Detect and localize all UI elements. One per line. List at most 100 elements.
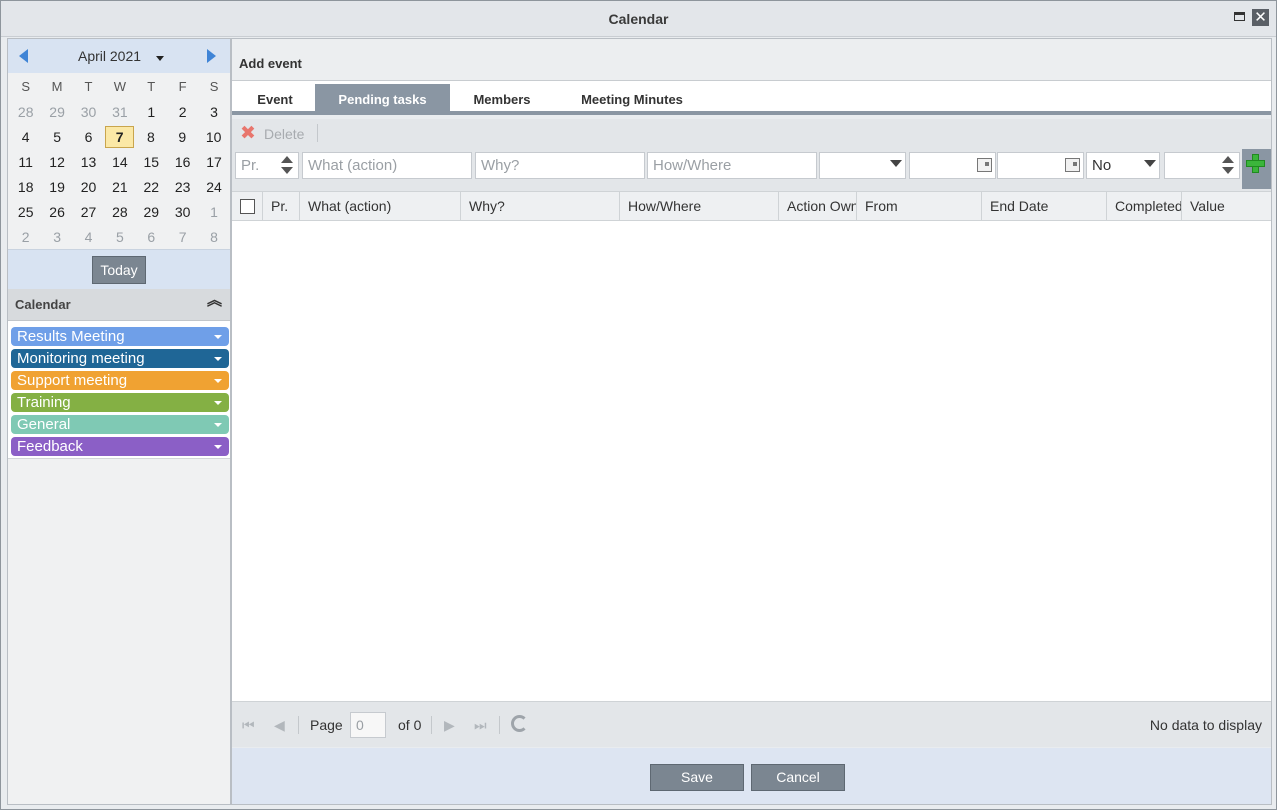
calendar-day[interactable]: 25	[10, 200, 41, 225]
calendar-day[interactable]: 23	[167, 175, 198, 200]
calendar-day[interactable]: 26	[41, 200, 72, 225]
chevron-down-icon[interactable]	[1144, 160, 1156, 167]
column-header-completed[interactable]: Completed	[1107, 192, 1182, 221]
chevron-down-icon[interactable]	[214, 335, 222, 339]
last-page-icon[interactable]: ⏭	[474, 718, 487, 732]
stepper-up-icon[interactable]	[281, 156, 293, 163]
column-header-value[interactable]: Value	[1182, 192, 1271, 221]
category-results-meeting[interactable]: Results Meeting	[11, 327, 229, 346]
delete-icon[interactable]: ✖	[240, 124, 258, 143]
tab-members[interactable]: Members	[457, 84, 547, 115]
chevron-down-icon[interactable]	[890, 160, 902, 167]
what-action-input[interactable]: What (action)	[302, 152, 472, 179]
calendar-day[interactable]: 18	[10, 175, 41, 200]
calendar-day[interactable]: 15	[136, 150, 167, 175]
today-button[interactable]: Today	[92, 256, 146, 284]
calendar-day[interactable]: 21	[104, 175, 135, 200]
calendar-day[interactable]: 6	[73, 125, 104, 150]
next-page-icon[interactable]: ▶	[444, 718, 455, 732]
why-input[interactable]: Why?	[475, 152, 645, 179]
tab-event[interactable]: Event	[238, 84, 312, 115]
page-number-input[interactable]: 0	[350, 712, 386, 738]
calendar-day[interactable]: 28	[104, 200, 135, 225]
stepper-up-icon[interactable]	[1222, 156, 1234, 163]
calendar-day[interactable]: 5	[104, 225, 135, 250]
calendar-day[interactable]: 31	[104, 100, 135, 125]
column-header-action-owner[interactable]: Action Owner	[779, 192, 857, 221]
next-month-icon[interactable]	[207, 49, 216, 63]
calendar-day[interactable]: 2	[10, 225, 41, 250]
priority-stepper[interactable]	[279, 154, 297, 177]
calendar-day[interactable]: 20	[73, 175, 104, 200]
category-training[interactable]: Training	[11, 393, 229, 412]
calendar-day[interactable]: 24	[198, 175, 229, 200]
chevron-down-icon[interactable]	[214, 357, 222, 361]
calendar-day[interactable]: 3	[198, 100, 229, 125]
value-stepper[interactable]	[1220, 154, 1238, 177]
chevron-down-icon[interactable]	[214, 379, 222, 383]
calendar-day[interactable]: 3	[41, 225, 72, 250]
calendar-day[interactable]: 8	[198, 225, 229, 250]
calendar-day[interactable]: 22	[136, 175, 167, 200]
calendar-day[interactable]: 11	[10, 150, 41, 175]
chevron-down-icon[interactable]	[214, 423, 222, 427]
category-feedback[interactable]: Feedback	[11, 437, 229, 456]
calendar-day[interactable]: 7	[167, 225, 198, 250]
calendar-day[interactable]: 8	[135, 125, 166, 150]
calendar-day[interactable]: 17	[198, 150, 229, 175]
calendar-day[interactable]: 4	[10, 125, 41, 150]
calendar-day[interactable]: 14	[104, 150, 135, 175]
calendar-day[interactable]: 13	[73, 150, 104, 175]
collapse-icon[interactable]: ︽	[207, 293, 222, 308]
close-icon[interactable]: ✕	[1252, 9, 1269, 26]
completed-select[interactable]: No	[1086, 152, 1160, 179]
calendar-day[interactable]: 5	[41, 125, 72, 150]
priority-input[interactable]: Pr.	[235, 152, 299, 179]
calendar-day[interactable]: 29	[41, 100, 72, 125]
column-header-why[interactable]: Why?	[461, 192, 620, 221]
action-owner-select[interactable]	[819, 152, 906, 179]
month-dropdown-icon[interactable]	[156, 56, 164, 61]
calendar-day[interactable]: 30	[73, 100, 104, 125]
chevron-down-icon[interactable]	[214, 401, 222, 405]
category-support-meeting[interactable]: Support meeting	[11, 371, 229, 390]
chevron-down-icon[interactable]	[214, 445, 222, 449]
value-input[interactable]	[1164, 152, 1240, 179]
stepper-down-icon[interactable]	[281, 167, 293, 174]
calendar-day[interactable]: 1	[136, 100, 167, 125]
calendar-day[interactable]: 6	[136, 225, 167, 250]
column-header-priority[interactable]: Pr.	[263, 192, 300, 221]
select-all-checkbox[interactable]	[240, 199, 255, 214]
end-date-input[interactable]	[997, 152, 1084, 179]
calendar-day[interactable]: 1	[198, 200, 229, 225]
calendar-day[interactable]: 28	[10, 100, 41, 125]
calendar-picker-icon[interactable]	[977, 158, 992, 172]
calendar-day[interactable]: 4	[73, 225, 104, 250]
calendar-day[interactable]: 9	[167, 125, 198, 150]
calendar-day[interactable]: 12	[41, 150, 72, 175]
previous-page-icon[interactable]: ◀	[274, 718, 285, 732]
first-page-icon[interactable]: ⏮	[242, 718, 255, 732]
calendar-day[interactable]: 10	[198, 125, 229, 150]
calendar-day[interactable]: 2	[167, 100, 198, 125]
calendar-day[interactable]: 16	[167, 150, 198, 175]
tab-meeting-minutes[interactable]: Meeting Minutes	[562, 84, 702, 115]
stepper-down-icon[interactable]	[1222, 167, 1234, 174]
delete-button[interactable]: Delete	[264, 126, 304, 142]
previous-month-icon[interactable]	[19, 49, 28, 63]
from-date-input[interactable]	[909, 152, 996, 179]
calendar-day[interactable]: 27	[73, 200, 104, 225]
tab-pending-tasks[interactable]: Pending tasks	[315, 84, 450, 115]
column-header-what[interactable]: What (action)	[300, 192, 461, 221]
column-header-how-where[interactable]: How/Where	[620, 192, 779, 221]
how-where-input[interactable]: How/Where	[647, 152, 817, 179]
calendar-day-selected[interactable]: 7	[105, 126, 135, 148]
refresh-icon[interactable]	[511, 715, 528, 732]
column-header-from[interactable]: From	[857, 192, 982, 221]
calendar-section-header[interactable]: Calendar ︽	[8, 289, 230, 321]
calendar-picker-icon[interactable]	[1065, 158, 1080, 172]
month-label[interactable]: April 2021	[78, 48, 141, 64]
category-general[interactable]: General	[11, 415, 229, 434]
category-monitoring-meeting[interactable]: Monitoring meeting	[11, 349, 229, 368]
add-task-button[interactable]	[1242, 149, 1271, 189]
